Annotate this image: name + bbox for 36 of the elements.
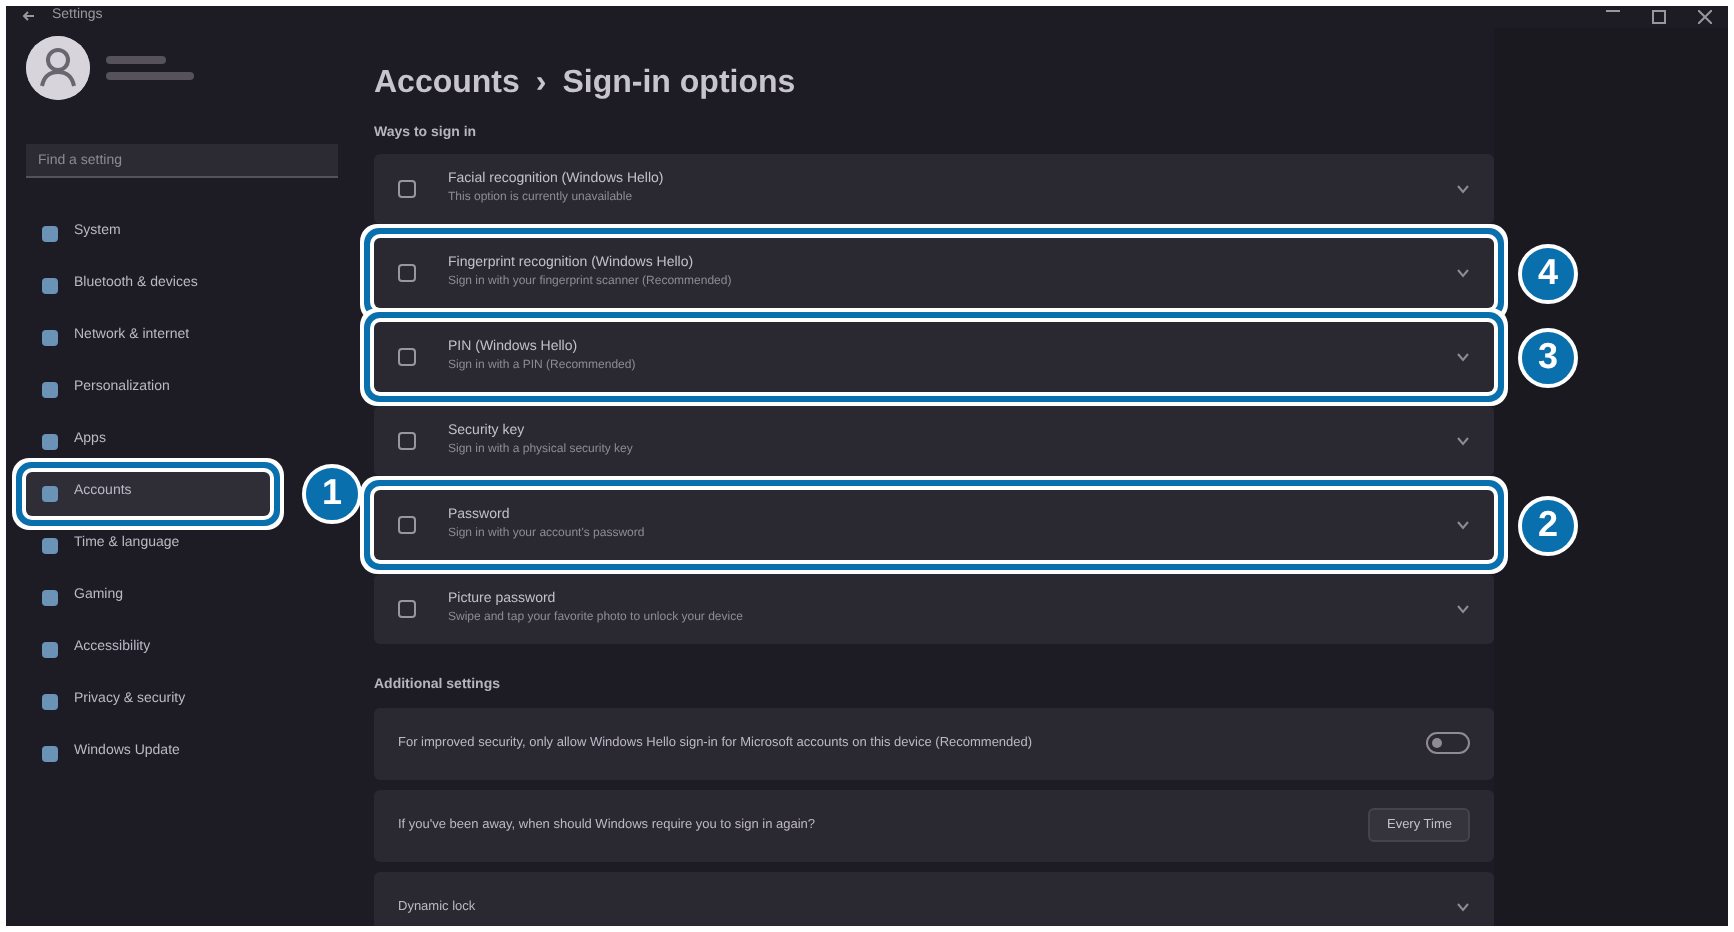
- option-icon: [398, 432, 416, 450]
- chevron-icon: [1456, 350, 1470, 364]
- toggle-switch[interactable]: [1426, 732, 1470, 754]
- category-icon: [42, 329, 58, 345]
- chevron-icon: [1456, 900, 1470, 914]
- breadcrumb-parent[interactable]: Accounts: [374, 59, 520, 107]
- minimize-icon[interactable]: [1606, 9, 1620, 12]
- option-icon: [398, 264, 416, 282]
- category-icon: [42, 537, 58, 553]
- redacted-name: [106, 55, 166, 63]
- category-icon: [42, 225, 58, 241]
- category-icon: [42, 641, 58, 657]
- category-icon: [42, 381, 58, 397]
- option-icon: [398, 180, 416, 198]
- chevron-icon: [1456, 518, 1470, 532]
- close-icon[interactable]: [1698, 9, 1712, 24]
- chevron-icon: [1456, 182, 1470, 196]
- avatar-icon: [26, 35, 90, 99]
- category-icon: [42, 693, 58, 709]
- category-icon: [42, 589, 58, 605]
- category-icon: [42, 277, 58, 293]
- option-icon: [398, 516, 416, 534]
- option-icon: [398, 600, 416, 618]
- option-icon: [398, 348, 416, 366]
- callout-number: 1: [302, 463, 362, 523]
- category-icon: [42, 745, 58, 761]
- maximize-icon[interactable]: [1652, 9, 1666, 24]
- page-title: Sign-in options: [562, 63, 796, 103]
- chevron-icon: [1456, 434, 1470, 448]
- redacted-email: [106, 71, 194, 79]
- back-arrow-icon[interactable]: [22, 10, 36, 23]
- category-icon: [42, 485, 58, 501]
- breadcrumb-separator: ›: [535, 63, 547, 103]
- chevron-icon: [1456, 266, 1470, 280]
- category-icon: [42, 433, 58, 449]
- chevron-icon: [1456, 602, 1470, 616]
